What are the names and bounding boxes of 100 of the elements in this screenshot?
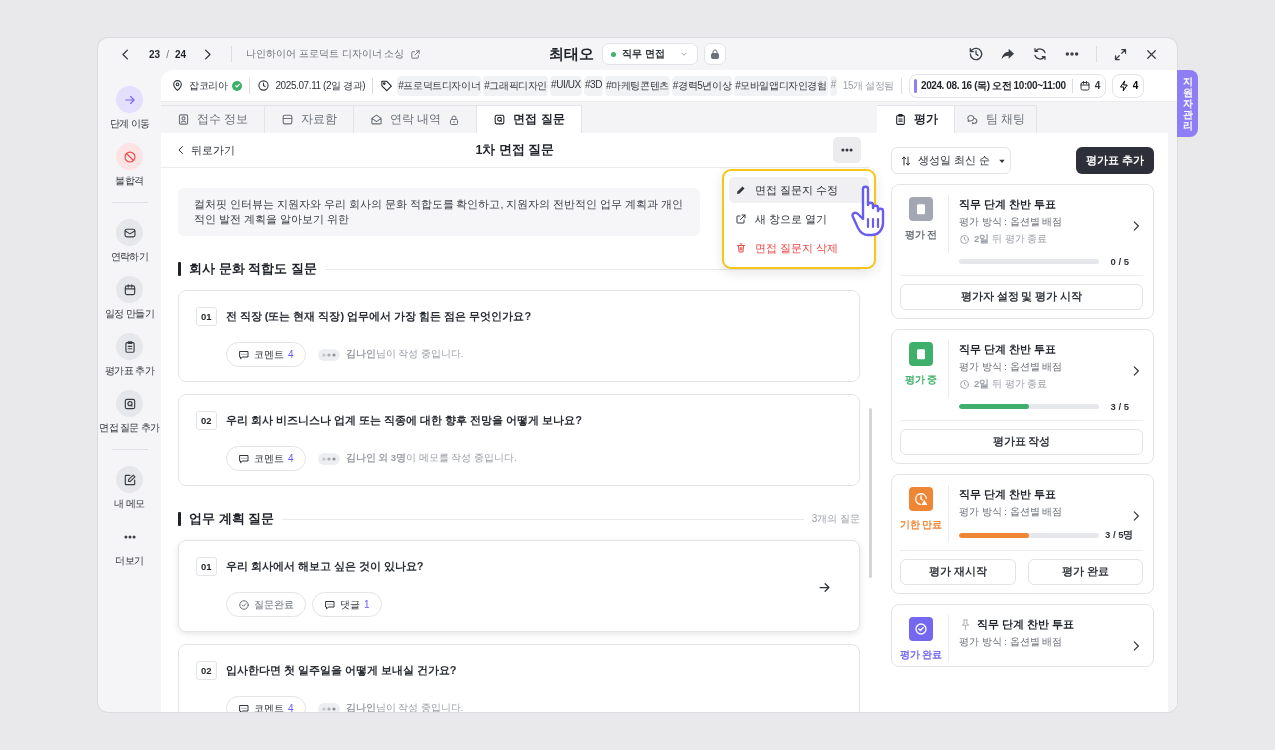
refresh-button[interactable]	[1032, 46, 1048, 62]
clock-icon	[959, 234, 970, 245]
applied-date: 2025.07.11 (2일 경과)	[275, 78, 366, 93]
clipboard-icon	[893, 113, 907, 126]
schedule-count: 4	[1094, 80, 1100, 91]
progress-count: 0 / 5	[1109, 256, 1129, 267]
clock-icon	[257, 79, 271, 92]
scorecard-title: 직무 단계 찬반 투표	[977, 617, 1075, 632]
add-scorecard-button[interactable]: 평가표 추가	[1076, 147, 1154, 174]
sidebar-action[interactable]: 더보기	[98, 523, 161, 568]
section-title: 업무 계획 질문	[189, 510, 275, 529]
edit-icon	[122, 472, 137, 487]
typing-indicator-icon	[317, 452, 340, 465]
section-title: 회사 문화 적합도 질문	[189, 260, 317, 279]
sidebar-action[interactable]: 연락하기	[98, 219, 161, 264]
question-number: 02	[196, 661, 217, 681]
typing-status: 김나인님이 작성 중입니다.	[345, 348, 464, 362]
comment-icon	[238, 702, 250, 712]
keyword-tag: #경력5년이상	[671, 75, 733, 96]
comment-icon	[238, 452, 250, 465]
lock-button[interactable]	[704, 43, 726, 65]
comment-button[interactable]: 코멘트 4	[226, 446, 306, 472]
history-button[interactable]	[968, 46, 984, 62]
archive-icon	[281, 113, 295, 126]
question-done-button[interactable]: 질문완료	[226, 592, 306, 618]
keyword-tag: #모바일앱디자인경험	[734, 75, 828, 96]
expand-button[interactable]	[1113, 46, 1128, 62]
scorecard-title: 직무 단계 찬반 투표	[959, 197, 1057, 212]
person-card-icon	[177, 113, 190, 126]
status-label: 기한 만료	[900, 519, 942, 532]
scorecard-title: 직무 단계 찬반 투표	[959, 487, 1057, 502]
keyword-tag: #마케팅콘텐츠	[605, 75, 670, 96]
question-text: 입사한다면 첫 일주일을 어떻게 보내실 건가요?	[225, 663, 457, 679]
sidebar-action[interactable]: 내 메모	[98, 466, 161, 511]
progress-count: 3 / 5명	[1104, 529, 1134, 542]
interview-schedule[interactable]: 2024. 08. 16 (목) 오전 10:00~11:00 4	[908, 73, 1106, 98]
clock-icon	[959, 379, 970, 390]
question-card[interactable]: 01 전 직장 (또는 현재 직장) 업무에서 가장 힘든 점은 무엇인가요? 코멘트 4 김나인님이 작성 중입니다.	[178, 290, 860, 383]
back-button[interactable]: 뒤로가기	[175, 142, 235, 158]
pencil-icon	[735, 184, 747, 196]
job-posting-link[interactable]: 나인하이어 프로덕트 디자이너 소싱	[246, 47, 422, 61]
scorecard-action-button[interactable]: 평가표 작성	[900, 429, 1143, 455]
question-card[interactable]: 02 우리 회사 비즈니스나 업계 또는 직종에 대한 향후 전망을 어떻게 보나요? 코멘트 4 김나인 외 3명이 메모를 작성 중입니다.	[178, 394, 860, 487]
status-label: 평가 전	[905, 229, 937, 242]
history-icon	[968, 46, 984, 62]
scoring-method: 평가 방식 : 옵션별 배점	[959, 506, 1064, 519]
calendar-icon	[122, 282, 137, 297]
scrollbar[interactable]	[869, 408, 872, 578]
source-name: 잡코리아	[189, 78, 228, 93]
trash-icon	[735, 242, 747, 254]
sort-icon	[900, 154, 912, 167]
expand-icon	[1113, 46, 1128, 62]
tab[interactable]: 면접 질문	[477, 105, 582, 133]
count-separator: /	[166, 48, 169, 60]
sidebar-action[interactable]: 일정 만들기	[98, 276, 161, 321]
comment-icon	[238, 348, 250, 361]
scorecard-action-button[interactable]: 평가 재시작	[900, 559, 1016, 585]
candidate-name: 최태오	[549, 44, 594, 64]
stage-dropdown[interactable]: 직무 면접	[602, 43, 698, 65]
sidebar-action[interactable]: 면접 질문 추가	[98, 390, 161, 435]
sheet-title: 1차 면접 질문	[475, 141, 555, 159]
sidebar-action[interactable]: 불합격	[98, 143, 161, 188]
external-link-icon	[735, 213, 747, 225]
tab[interactable]: 팀 채팅	[955, 105, 1037, 133]
question-square-icon	[493, 113, 507, 126]
tab[interactable]: 접수 정보	[161, 105, 266, 133]
question-number: 01	[196, 307, 217, 327]
scorecard-action-button[interactable]: 평가자 설정 및 평가 시작	[900, 284, 1143, 310]
menu-item[interactable]: 면접 질문지 수정	[729, 177, 869, 203]
scorecard-action-button[interactable]: 평가 완료	[1027, 559, 1143, 585]
question-square-icon	[122, 396, 137, 411]
calendar-icon	[1078, 79, 1091, 92]
question-card[interactable]: 01 우리 회사에서 해보고 싶은 것이 있나요? 질문완료 댓글 1	[178, 540, 860, 633]
lock-icon	[709, 48, 721, 60]
question-number: 01	[196, 557, 217, 577]
question-text: 우리 회사에서 해보고 싶은 것이 있나요?	[225, 559, 424, 575]
keyword-tag: #	[829, 75, 837, 96]
menu-item[interactable]: 면접 질문지 삭제	[729, 235, 869, 261]
tag-count: 15개 설정됨	[842, 78, 894, 93]
refresh-icon	[1032, 46, 1048, 62]
sidebar-action[interactable]: 단계 이동	[98, 86, 161, 131]
scoring-method: 평가 방식 : 옵션별 배점	[959, 216, 1064, 229]
comment-icon	[324, 598, 336, 611]
sort-dropdown[interactable]: 생성일 최신 순	[891, 147, 1011, 174]
keyword-tag: #3D	[583, 75, 604, 96]
bolt-count-button[interactable]: 4	[1111, 73, 1145, 98]
reply-button[interactable]: 댓글 1	[312, 592, 382, 618]
schedule-time: 2024. 08. 16 (목) 오전 10:00~11:00	[920, 78, 1066, 93]
clipboard-icon	[122, 339, 137, 354]
scoring-method: 평가 방식 : 옵션별 배점	[959, 636, 1064, 649]
chat-icon	[965, 113, 979, 126]
tab[interactable]: 자료함	[265, 105, 355, 133]
comment-button[interactable]: 코멘트 4	[226, 342, 306, 368]
sidebar-action[interactable]: 평가표 추가	[98, 333, 161, 378]
typing-status: 김나인 외 3명이 메모를 작성 중입니다.	[345, 452, 517, 466]
deadline-text: 2일 뒤 평가 종료	[974, 378, 1048, 391]
scoring-method: 평가 방식 : 옵션별 배점	[959, 361, 1064, 374]
question-count: 3개의 질문	[811, 512, 860, 527]
tab[interactable]: 연락 내역	[354, 105, 478, 133]
tab[interactable]: 평가	[877, 105, 955, 133]
